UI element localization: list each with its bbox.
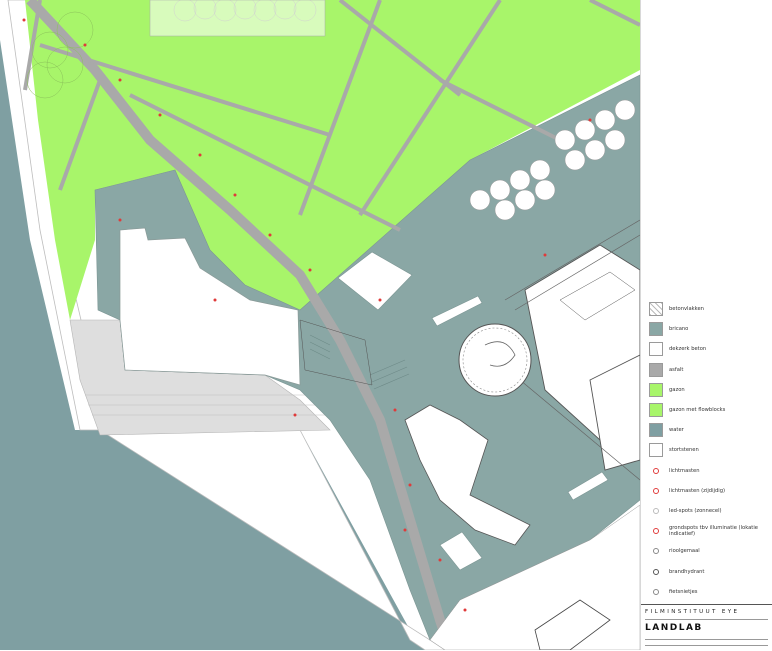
legend-item-label: brandhydrant [669, 568, 705, 575]
firm-name: LANDLAB [645, 623, 703, 633]
legend-item: water [649, 423, 684, 438]
legend-item: betonvlakken [649, 302, 704, 316]
water-swatch [649, 423, 663, 438]
map-legend: betonvlakken bricano dekzerk beton asfalt ga… [640, 0, 772, 650]
legend-item-label: betonvlakken [669, 306, 704, 312]
light-mast-double-icon [649, 484, 663, 498]
legend-item-label: water [669, 427, 684, 434]
legend-item-label: bricano [669, 326, 689, 333]
legend-item: bricano [649, 322, 689, 337]
lawn-swatch [649, 382, 663, 397]
legend-item-label: asfalt [669, 366, 684, 373]
site-plan-map [0, 0, 640, 650]
fire-hydrant-icon [649, 565, 663, 579]
legend-item-label: lichtmasten [669, 467, 700, 474]
legend-item: fietsnietjes [649, 585, 698, 599]
dekzerk-beton-swatch [649, 342, 663, 357]
asphalt-swatch [649, 362, 663, 377]
legend-item-label: stortstenen [669, 447, 699, 454]
legend-item: rioolgemaal [649, 544, 700, 558]
hatched-concrete-swatch [649, 302, 663, 316]
bike-rack-icon [649, 585, 663, 599]
legend-item-label: lichtmasten (zijdijdig) [669, 487, 726, 494]
legend-item-label: rioolgemaal [669, 548, 700, 555]
led-spot-icon [649, 504, 663, 518]
title-divider [645, 619, 768, 620]
title-block: FILMINSTITUUT EYE LANDLAB [641, 604, 772, 651]
legend-item: lichtmasten (zijdijdig) [649, 484, 725, 498]
legend-item-label: dekzerk beton [669, 346, 707, 353]
legend-item-label: fietsnietjes [669, 588, 698, 595]
legend-item: lichtmasten [649, 464, 700, 478]
project-title: FILMINSTITUUT EYE [645, 609, 740, 615]
legend-item-label: grondspots tbv illuminatie (lokatie indi… [669, 525, 758, 538]
legend-item: gazon met flowblocks [649, 403, 725, 417]
legend-item-label: gazon met flowblocks [669, 407, 726, 413]
light-mast-icon [649, 464, 663, 478]
legend-item: stortstenen [649, 443, 699, 458]
legend-item: grondspots tbv illuminatie (lokatie indi… [649, 524, 769, 538]
ground-spot-icon [649, 524, 663, 538]
bricano-swatch [649, 322, 663, 337]
legend-item: asfalt [649, 362, 684, 377]
legend-item: gazon [649, 382, 685, 397]
legend-item: dekzerk beton [649, 342, 707, 357]
legend-item-label: gazon [669, 386, 685, 393]
legend-item-label: led-spots (zonnecel) [669, 508, 722, 514]
riprap-swatch [649, 443, 663, 458]
roundabout-disc [458, 323, 532, 397]
title-divider-lower [645, 639, 768, 640]
title-divider-bottom [645, 645, 768, 646]
lawn-flowblocks-swatch [649, 403, 663, 417]
sewage-pump-icon [649, 544, 663, 558]
legend-item: brandhydrant [649, 565, 704, 579]
legend-item: led-spots (zonnecel) [649, 504, 722, 518]
